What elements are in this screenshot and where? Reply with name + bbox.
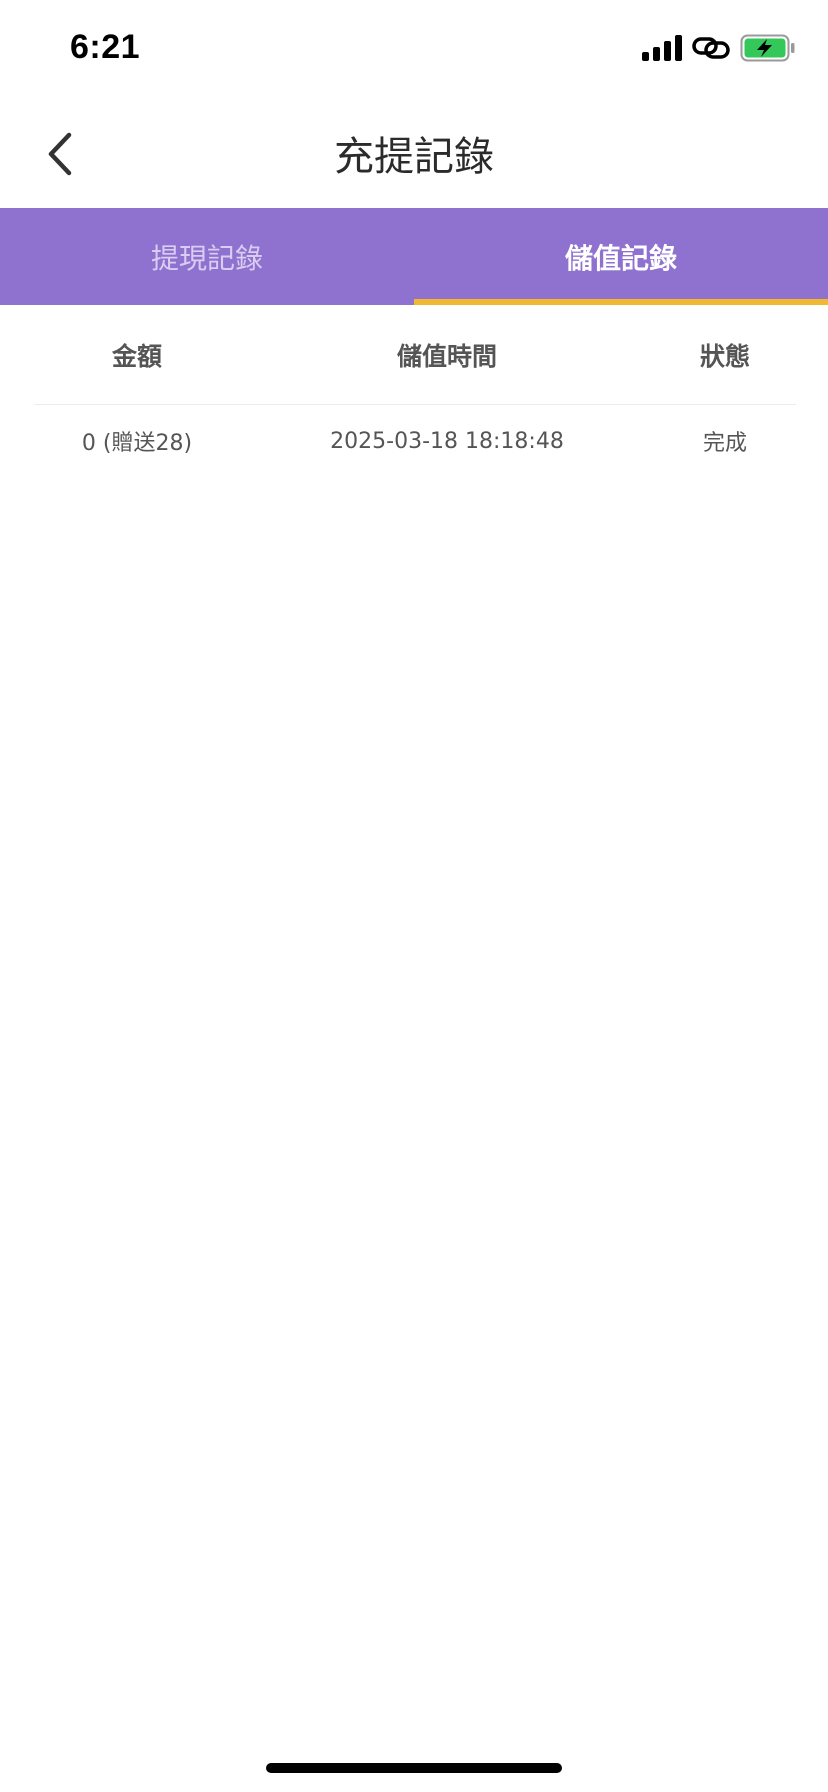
column-header-time: 儲值時間 bbox=[396, 341, 497, 371]
cell-amount: 0 (贈送28) bbox=[81, 431, 193, 456]
cellular-signal-icon bbox=[642, 35, 682, 61]
tab-deposit-records[interactable]: 儲值記錄 bbox=[414, 208, 828, 305]
column-header-status: 狀態 bbox=[699, 341, 750, 371]
table-header: 金額 儲值時間 狀態 bbox=[34, 305, 796, 405]
tab-withdrawal-records[interactable]: 提現記錄 bbox=[0, 208, 414, 305]
status-icons bbox=[642, 34, 796, 62]
status-bar: 6:21 bbox=[0, 0, 828, 100]
nav-bar: 充提記錄 bbox=[0, 100, 828, 208]
status-time: 6:21 bbox=[70, 28, 141, 66]
tab-label: 提現記錄 bbox=[150, 241, 263, 275]
table-row: 0 (贈送28) 2025-03-18 18:18:48 完成 bbox=[34, 405, 796, 477]
page-title: 充提記錄 bbox=[334, 134, 494, 180]
tab-label: 儲值記錄 bbox=[564, 241, 677, 275]
screen: 6:21 充提記錄 提現記錄 儲值記錄 金額 儲值時間 狀態 0 (贈送28) … bbox=[0, 0, 828, 1792]
home-indicator[interactable] bbox=[266, 1763, 562, 1773]
tab-bar: 提現記錄 儲值記錄 bbox=[0, 208, 828, 305]
column-header-amount: 金額 bbox=[111, 341, 162, 371]
cell-time: 2025-03-18 18:18:48 bbox=[330, 428, 564, 454]
battery-charging-icon bbox=[740, 34, 795, 62]
link-icon bbox=[692, 37, 730, 59]
cell-status: 完成 bbox=[702, 431, 747, 456]
